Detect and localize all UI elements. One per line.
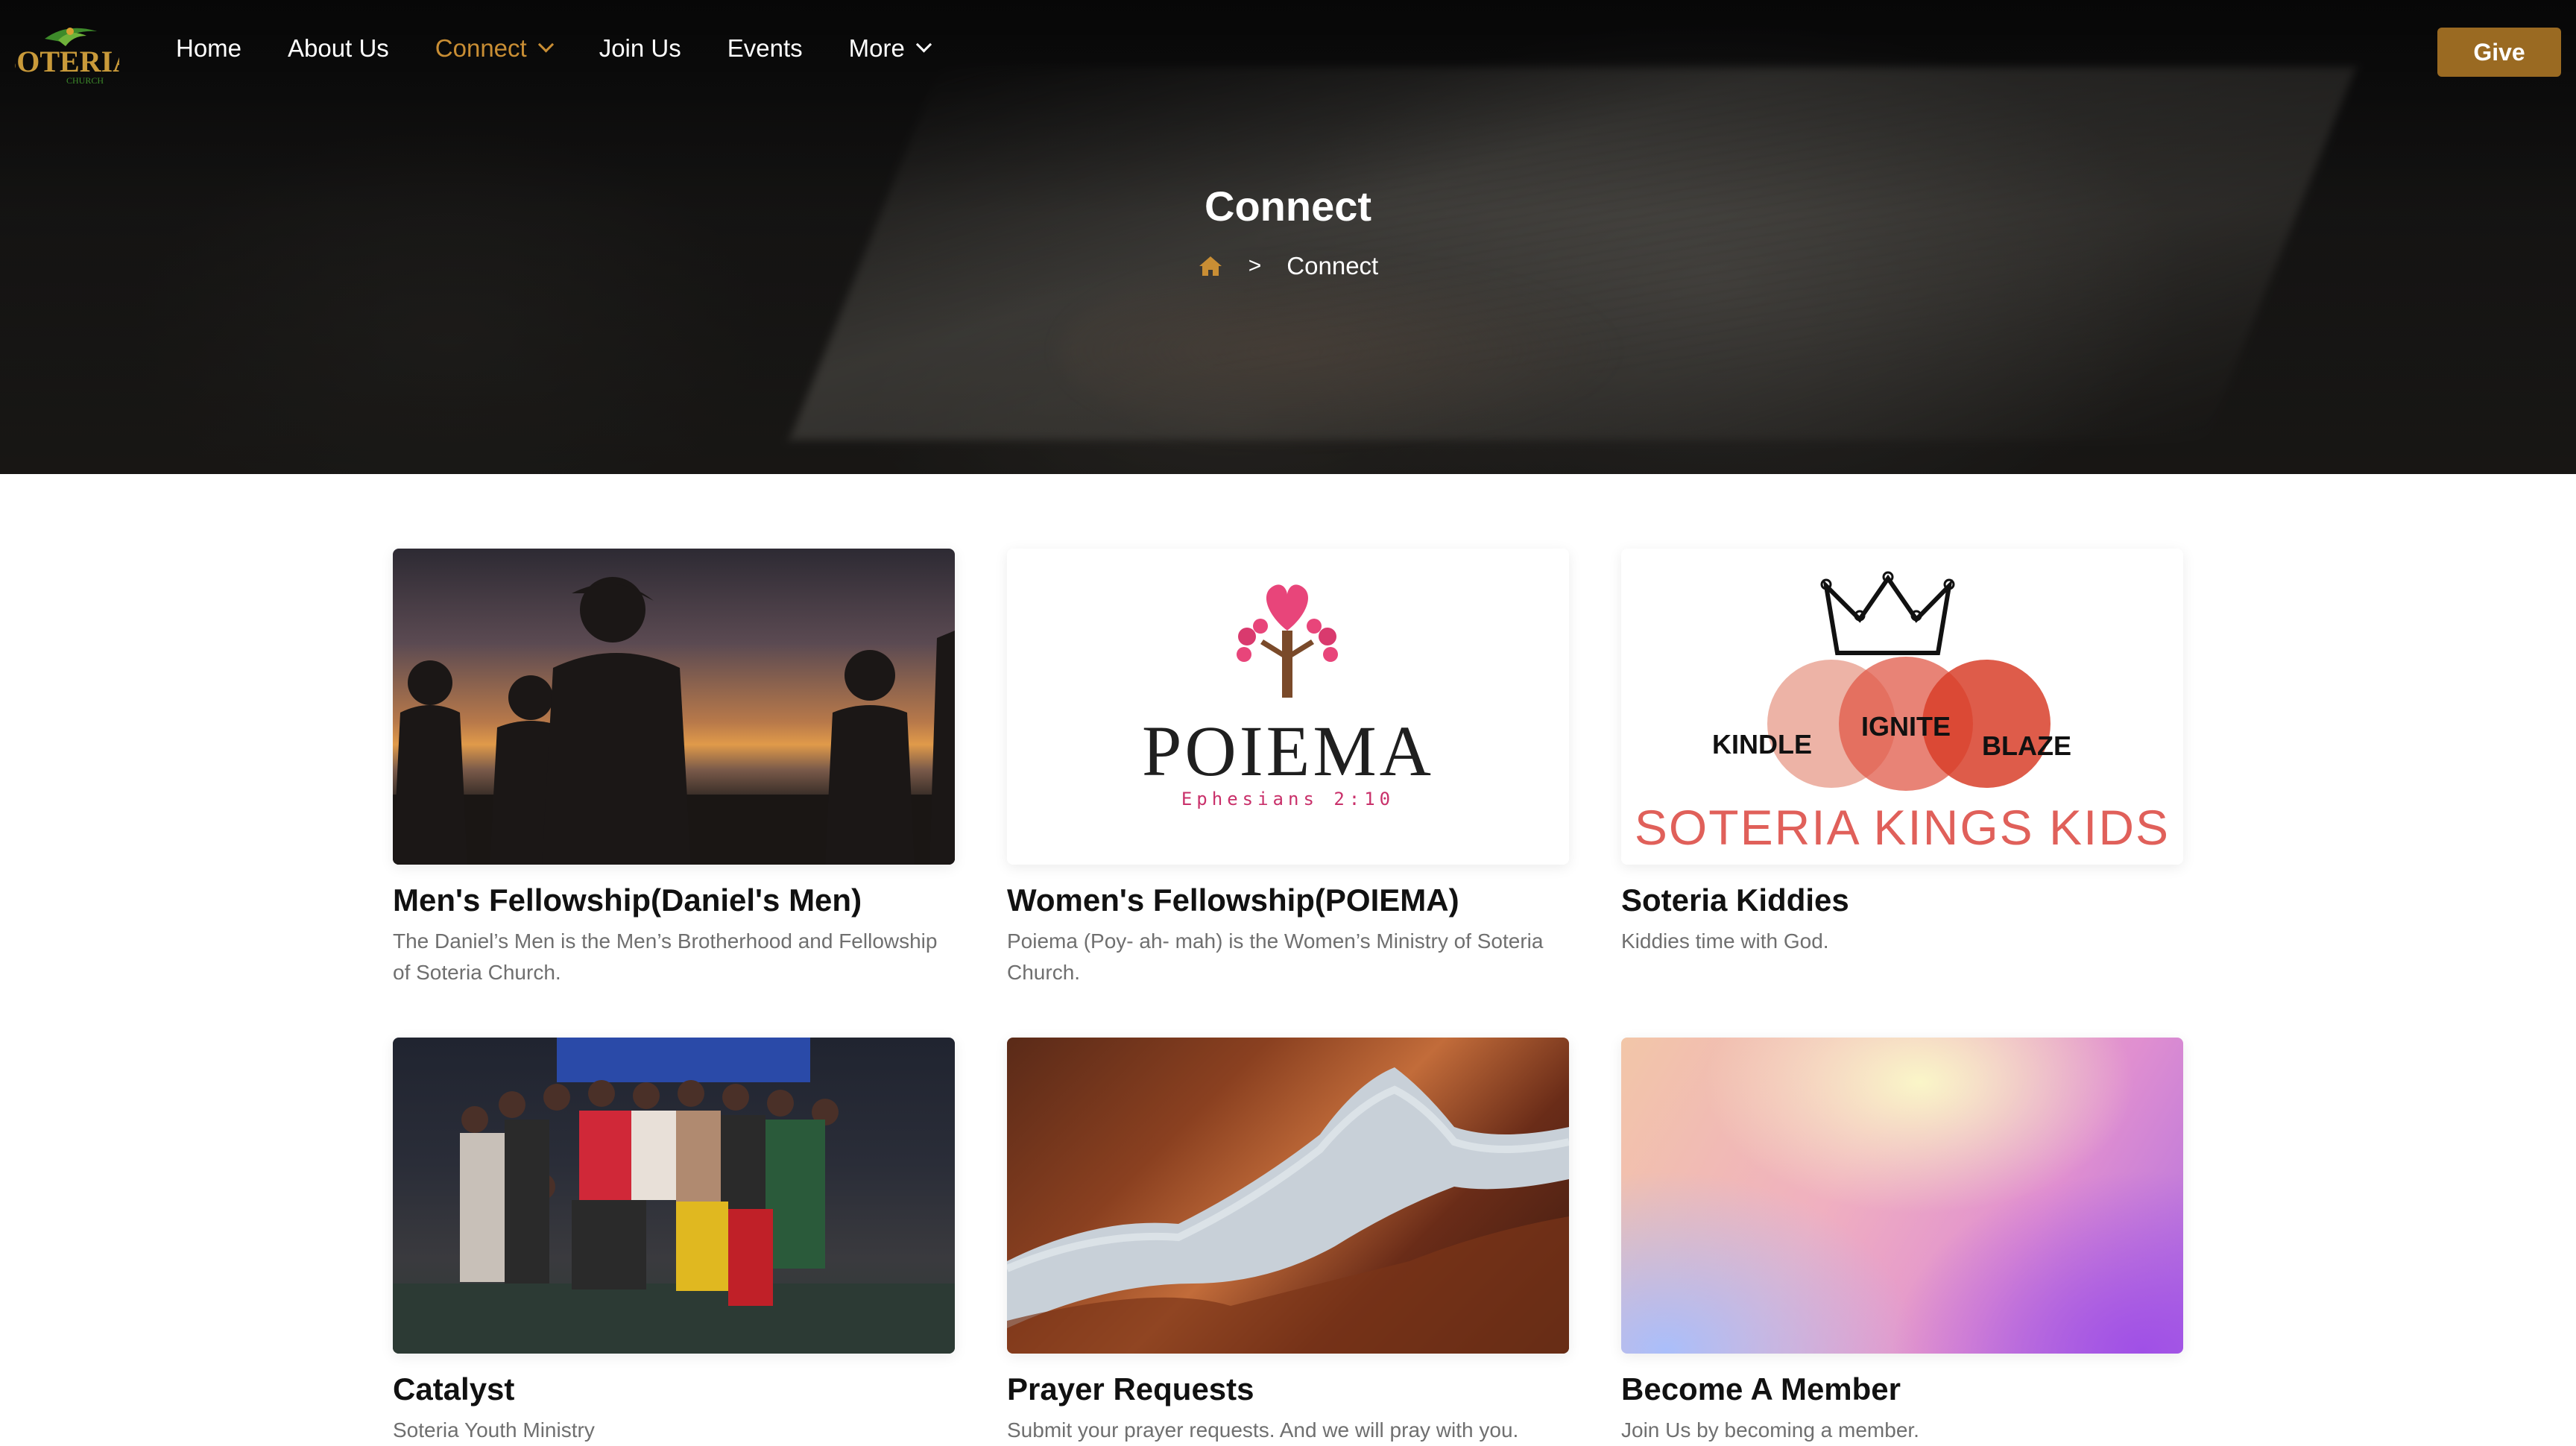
hero-banner: SOTERIA CHURCH Home About Us Connect Joi… (0, 0, 2576, 474)
chevron-down-icon (537, 36, 554, 52)
soteria-kings-kids-wordmark: SOTERIA KINGS KIDS (1634, 800, 2171, 855)
card-soteria-kiddies[interactable]: KINDLE IGNITE BLAZE SOTERIA KINGS KIDS S… (1621, 549, 2183, 957)
nav-home[interactable]: Home (176, 34, 242, 63)
card-catalyst[interactable]: Catalyst Soteria Youth Ministry (393, 1038, 955, 1446)
card-description: Join Us by becoming a member. (1621, 1418, 1919, 1442)
nav-connect[interactable]: Connect (435, 34, 554, 63)
nav-events[interactable]: Events (727, 34, 803, 63)
card-title: Become A Member (1621, 1371, 1901, 1406)
mens-fellowship-image (393, 549, 955, 865)
card-become-a-member[interactable]: Become A Member Join Us by becoming a me… (1621, 1038, 2183, 1446)
ignite-label: IGNITE (1861, 711, 1951, 742)
soteria-kings-kids-image: KINDLE IGNITE BLAZE SOTERIA KINGS KIDS (1621, 549, 2183, 865)
become-member-gradient-image (1621, 1038, 2183, 1354)
card-description: Poiema (Poy- ah- mah) is the Women’s Min… (1007, 929, 1544, 984)
poiema-verse: Ephesians 2:10 (1181, 789, 1395, 809)
card-title: Catalyst (393, 1371, 515, 1406)
nav-join-us[interactable]: Join Us (599, 34, 681, 63)
card-description: The Daniel’s Men is the Men’s Brotherhoo… (393, 929, 938, 984)
card-mens-fellowship[interactable]: Men's Fellowship(Daniel's Men) The Danie… (393, 549, 955, 988)
page-title: Connect (1205, 183, 1371, 230)
breadcrumb-current: Connect (1287, 252, 1379, 280)
catalyst-group-photo (393, 1038, 955, 1354)
card-description: Submit your prayer requests. And we will… (1007, 1418, 1519, 1442)
prayer-requests-canyon-image (1007, 1038, 1569, 1354)
poiema-wordmark: POIEMA (1141, 711, 1434, 791)
card-description: Kiddies time with God. (1621, 929, 1829, 953)
card-description: Soteria Youth Ministry (393, 1418, 595, 1442)
nav-about-us[interactable]: About Us (288, 34, 389, 63)
breadcrumb-separator: > (1248, 253, 1262, 278)
kindle-label: KINDLE (1712, 729, 1812, 760)
chevron-down-icon (915, 36, 932, 52)
breadcrumb: > Connect (0, 252, 2576, 280)
nav-more[interactable]: More (849, 34, 932, 63)
card-title: Soteria Kiddies (1621, 883, 1849, 918)
card-title: Men's Fellowship(Daniel's Men) (393, 883, 862, 918)
give-button[interactable]: Give (2437, 28, 2561, 77)
card-title: Women's Fellowship(POIEMA) (1007, 883, 1459, 918)
top-navigation: SOTERIA CHURCH Home About Us Connect Joi… (0, 0, 2576, 104)
blaze-label: BLAZE (1982, 730, 2071, 761)
card-prayer-requests[interactable]: Prayer Requests Submit your prayer reque… (1007, 1038, 1569, 1446)
soteria-logo[interactable]: SOTERIA CHURCH (0, 16, 134, 88)
card-title: Prayer Requests (1007, 1371, 1254, 1406)
poiema-logo-image: POIEMA Ephesians 2:10 (1007, 549, 1569, 865)
main-menu: Home About Us Connect Join Us Events Mor… (176, 34, 976, 63)
logo-subtext: CHURCH (66, 75, 104, 86)
card-womens-fellowship[interactable]: POIEMA Ephesians 2:10 Women's Fellowship… (1007, 549, 1569, 988)
home-icon[interactable] (1198, 255, 1223, 277)
logo-text: SOTERIA (15, 45, 119, 78)
